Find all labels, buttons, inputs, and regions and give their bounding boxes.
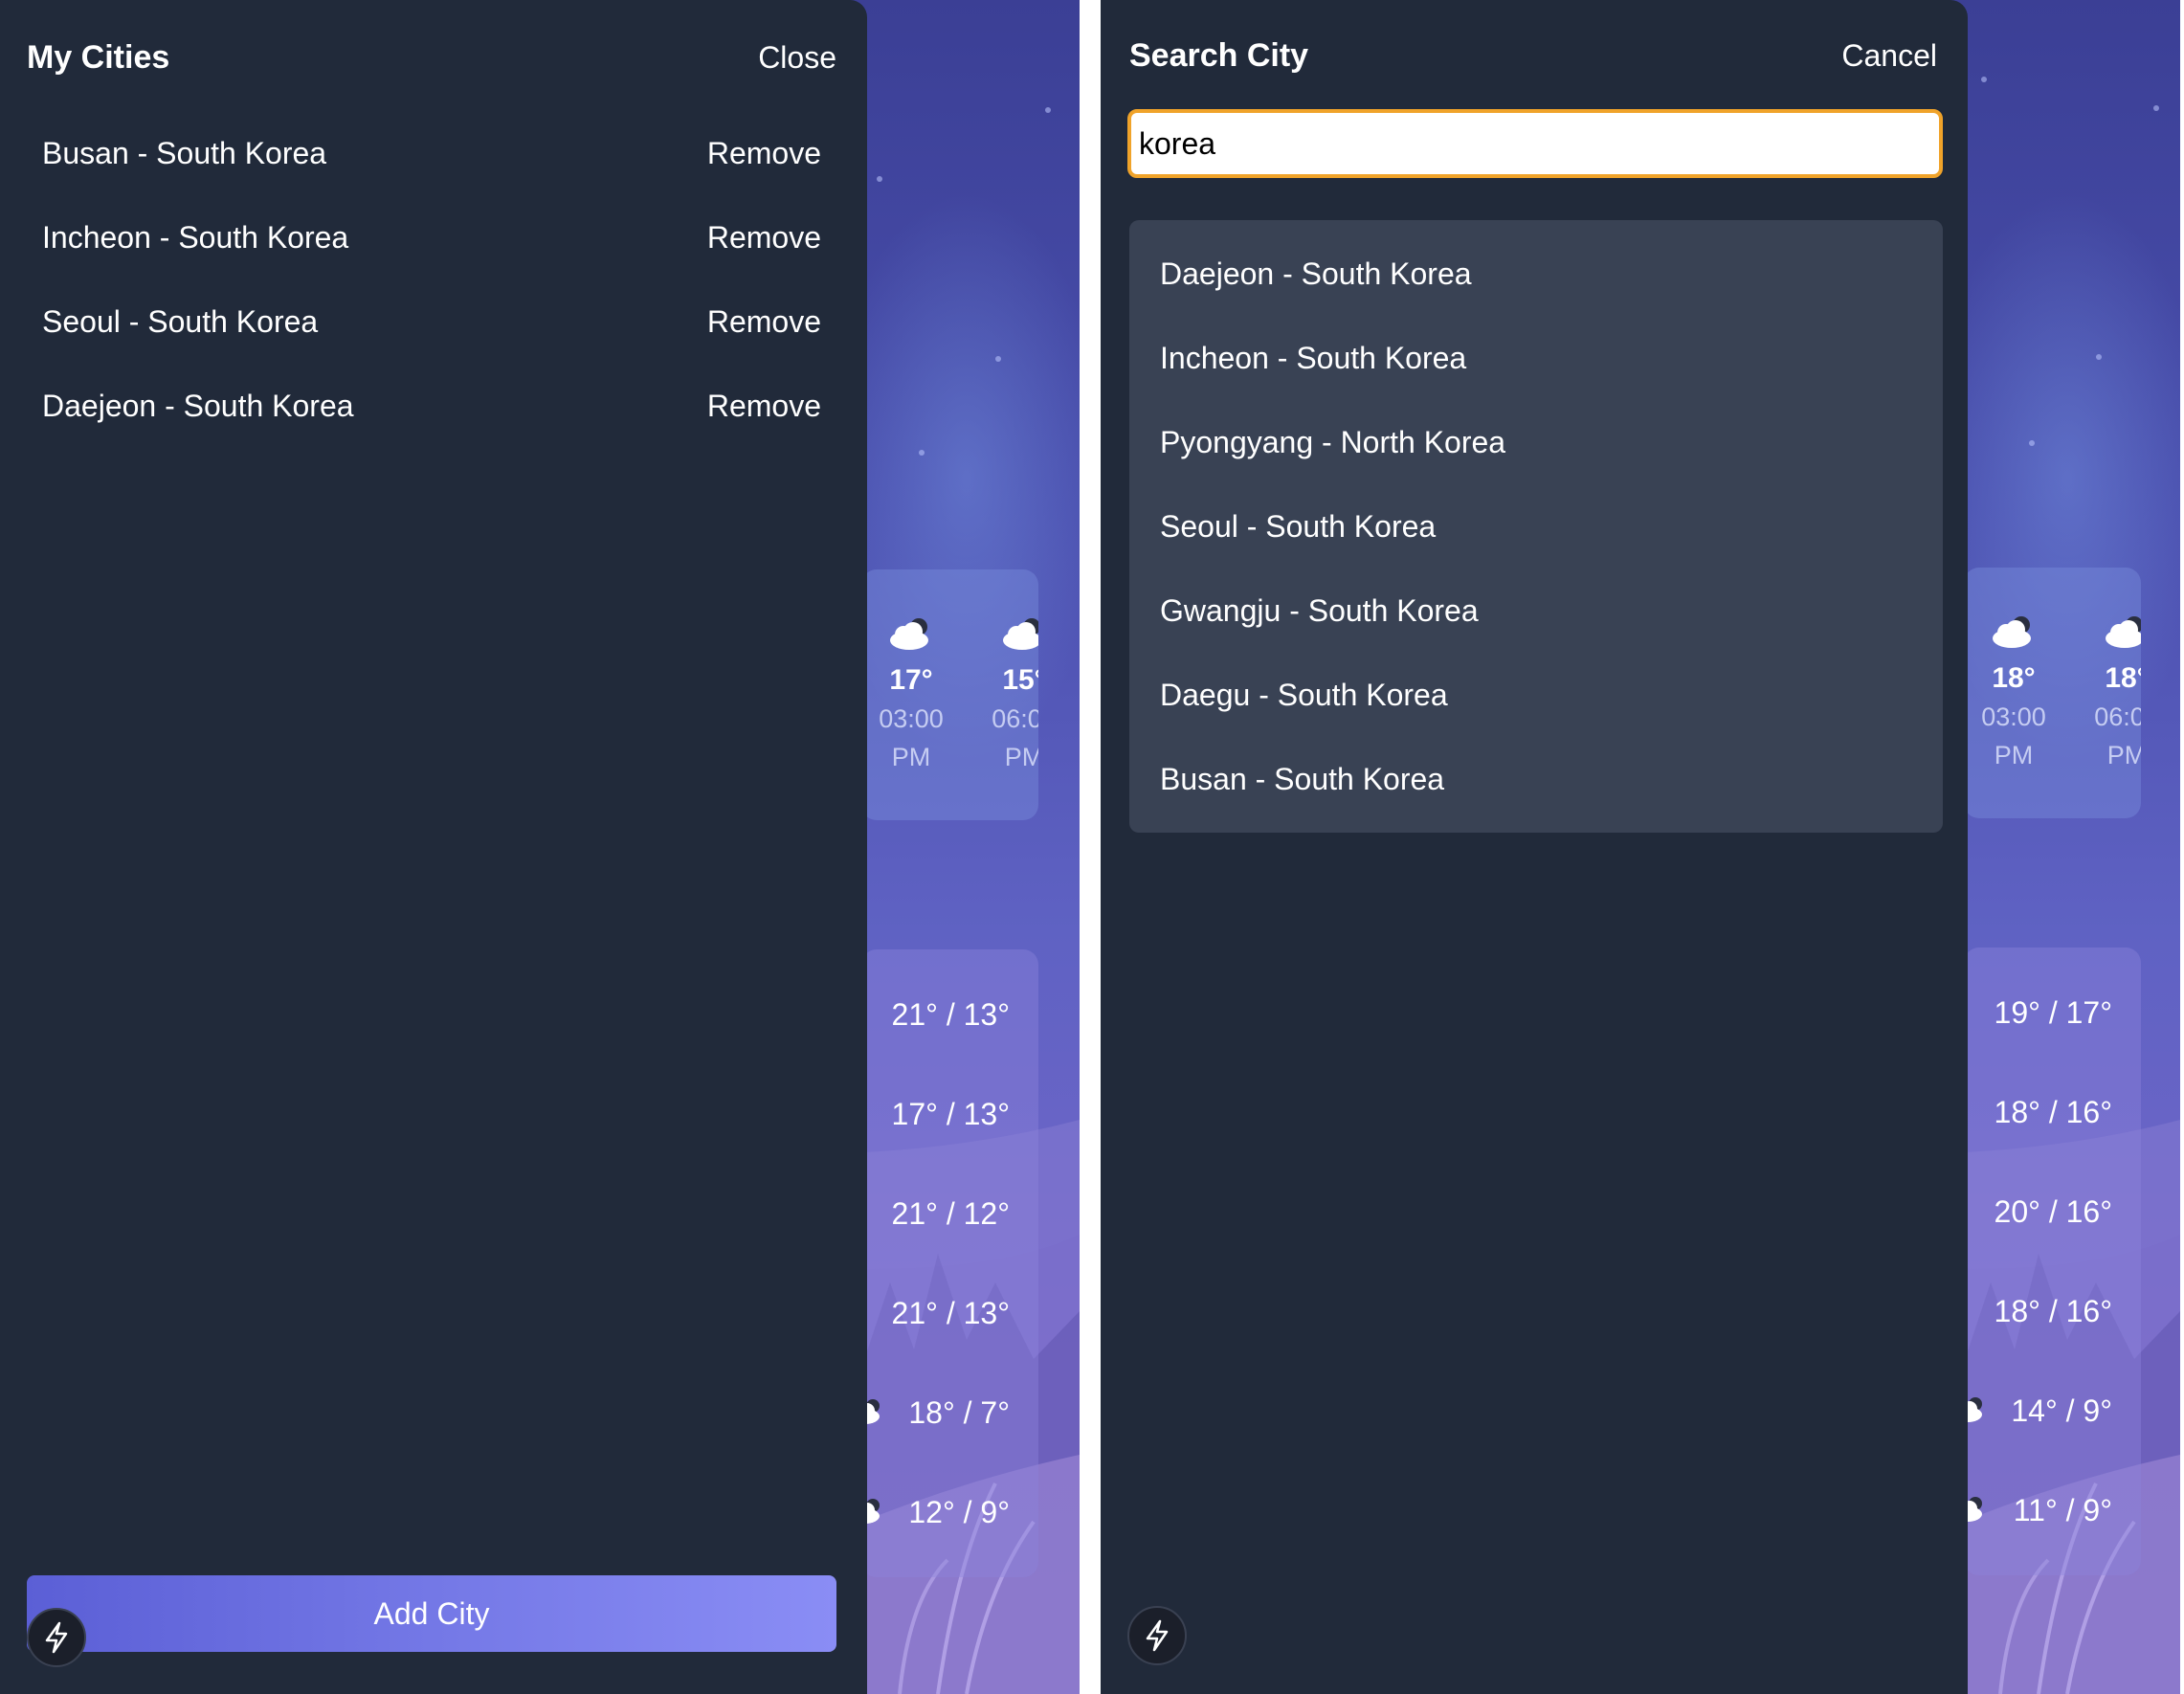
search-input[interactable] [1127,109,1943,178]
search-result-item[interactable]: Incheon - South Korea [1160,331,1912,385]
remove-city-button[interactable]: Remove [707,126,821,180]
daily-temp-range: 21° / 13° [891,1296,1010,1330]
remove-city-button[interactable]: Remove [707,379,821,433]
daily-forecast-card: 21° / 13° 17° / 13° 21° / 12° 21° / 13° … [861,949,1038,1577]
search-city-drawer: Search City Cancel Daejeon - South Korea… [1101,0,1968,1694]
city-list-item: Daejeon - South Korea Remove [42,379,821,433]
daily-temp-range: 11° / 9° [2013,1493,2112,1527]
hourly-meridiem: PM [1004,743,1038,771]
search-result-item[interactable]: Seoul - South Korea [1160,500,1912,553]
cloud-icon [890,618,928,650]
hourly-forecast-card: 17° 03:00 PM 15° 06:00 PM [861,569,1038,820]
cloud-icon [2106,616,2141,648]
page-title: Search City [1129,37,1309,74]
hourly-item: 18° 06:00 PM [2069,613,2141,774]
hourly-meridiem: PM [891,743,931,771]
hourly-time: 06:00 [2094,702,2141,731]
hourly-meridiem: PM [2106,741,2141,769]
cancel-button[interactable]: Cancel [1841,33,1937,78]
floating-action-button[interactable] [1127,1606,1187,1665]
hourly-temp: 17° [889,664,933,696]
city-list-item: Incheon - South Korea Remove [42,211,821,264]
hourly-temp: 15° [1002,664,1038,696]
daily-temp-range: 12° / 9° [908,1495,1010,1529]
my-cities-screen: 17° 03:00 PM 15° 06:00 PM 21° / 13° 17° … [0,0,1080,1694]
search-results-list: Daejeon - South Korea Incheon - South Ko… [1129,220,1943,833]
search-result-item[interactable]: Busan - South Korea [1160,752,1912,806]
daily-temp-range: 21° / 13° [891,997,1010,1032]
daily-temp-range: 18° / 16° [1994,1095,2112,1129]
city-name: Busan - South Korea [42,136,327,170]
remove-city-button[interactable]: Remove [707,211,821,264]
daily-temp-range: 18° / 7° [908,1395,1010,1430]
lightning-bolt-icon [1146,1619,1169,1652]
daily-temp-range: 20° / 16° [1994,1194,2112,1229]
daily-temp-range: 18° / 16° [1994,1294,2112,1328]
search-result-item[interactable]: Daegu - South Korea [1160,668,1912,722]
daily-forecast-card: 19° / 17° 18° / 16° 20° / 16° 18° / 16° … [1964,947,2141,1575]
cloud-icon [1993,616,2031,648]
hourly-time: 03:00 [879,704,944,733]
hourly-time: 06:00 [992,704,1038,733]
hourly-time: 03:00 [1981,702,2046,731]
my-cities-drawer: My Cities Close Busan - South Korea Remo… [0,0,867,1694]
city-list-item: Seoul - South Korea Remove [42,295,821,348]
hourly-item: 17° 03:00 PM [861,615,969,776]
hourly-item: 15° 06:00 PM [967,615,1038,776]
hourly-meridiem: PM [1994,741,2034,769]
floating-action-button[interactable] [27,1608,86,1667]
city-name: Daejeon - South Korea [42,389,354,423]
cloud-icon [1003,618,1038,650]
hourly-temp: 18° [1992,662,2036,694]
add-city-button[interactable]: Add City [27,1575,836,1652]
page-title: My Cities [27,39,170,76]
lightning-bolt-icon [45,1621,68,1654]
search-result-item[interactable]: Pyongyang - North Korea [1160,415,1912,469]
search-result-item[interactable]: Daejeon - South Korea [1160,247,1912,301]
hourly-temp: 18° [2105,662,2141,694]
hourly-item: 18° 03:00 PM [1964,613,2071,774]
search-result-item[interactable]: Gwangju - South Korea [1160,584,1912,637]
city-name: Seoul - South Korea [42,304,319,339]
daily-temp-range: 14° / 9° [2011,1393,2112,1428]
hourly-forecast-card: 18° 03:00 PM 18° 06:00 PM [1964,568,2141,818]
daily-temp-range: 19° / 17° [1994,995,2112,1030]
search-city-screen: 18° 03:00 PM 18° 06:00 PM 19° / 17° 18° … [1101,0,2180,1694]
city-list-item: Busan - South Korea Remove [42,126,821,180]
daily-temp-range: 21° / 12° [891,1196,1010,1231]
daily-temp-range: 17° / 13° [891,1097,1010,1131]
city-name: Incheon - South Korea [42,220,349,255]
close-button[interactable]: Close [758,34,836,80]
remove-city-button[interactable]: Remove [707,295,821,348]
